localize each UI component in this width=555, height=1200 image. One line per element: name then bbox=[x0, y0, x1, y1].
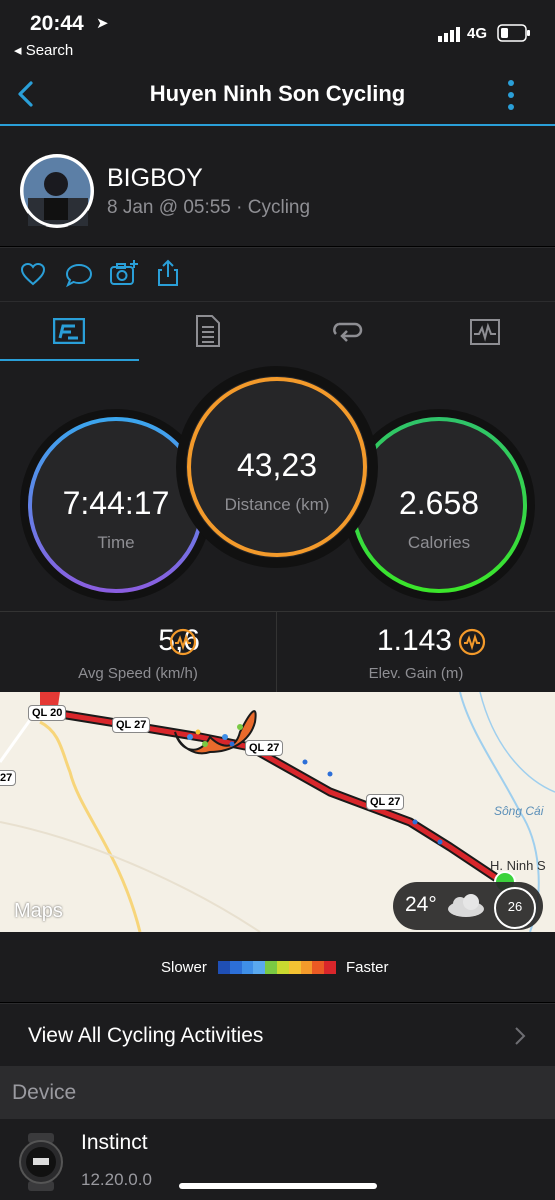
time-value: 7:44:17 bbox=[62, 485, 170, 521]
legend-swatch bbox=[276, 961, 289, 974]
vertical-dots-icon bbox=[508, 80, 514, 110]
status-time: 20:44 bbox=[30, 12, 84, 35]
road-label: QL 27 bbox=[112, 717, 151, 733]
share-icon bbox=[158, 259, 178, 286]
faster-label: Faster bbox=[346, 959, 389, 976]
comment-button[interactable] bbox=[65, 262, 93, 293]
status-bar: 20:44 ➤ ◂ Search 4G bbox=[0, 0, 555, 64]
tab-charts[interactable] bbox=[417, 302, 555, 361]
legend-swatch bbox=[241, 961, 254, 974]
add-photo-button[interactable] bbox=[109, 259, 139, 292]
legend-swatch bbox=[253, 961, 266, 974]
battery-icon bbox=[497, 24, 531, 42]
weather-badge: 24° 26 bbox=[393, 882, 543, 930]
device-version: 12.20.0.0 bbox=[81, 1170, 152, 1189]
signal-icon bbox=[438, 26, 462, 42]
device-name: Instinct bbox=[81, 1131, 148, 1154]
back-to-app-link[interactable]: ◂ Search bbox=[14, 41, 73, 59]
road-label: QL 27 bbox=[245, 740, 284, 756]
time-label: Time bbox=[97, 533, 135, 552]
avg-speed-insight-icon[interactable] bbox=[169, 628, 197, 656]
watch-icon bbox=[19, 1133, 63, 1191]
view-all-label: View All Cycling Activities bbox=[28, 1024, 264, 1047]
network-type: 4G bbox=[467, 25, 488, 42]
calories-value: 2.658 bbox=[398, 485, 480, 521]
legend-swatch bbox=[218, 961, 230, 974]
chart-line-icon bbox=[470, 319, 500, 345]
camera-plus-icon bbox=[110, 260, 138, 285]
user-name[interactable]: BIGBOY bbox=[107, 164, 203, 193]
place-label: H. Ninh S bbox=[490, 858, 546, 873]
comment-icon bbox=[65, 263, 93, 288]
legend-swatch bbox=[265, 961, 277, 974]
elev-gain-insight-icon[interactable] bbox=[458, 628, 486, 656]
legend-swatch bbox=[324, 961, 336, 974]
avg-speed-label: Avg Speed (km/h) bbox=[78, 665, 198, 682]
more-options-button[interactable] bbox=[504, 78, 518, 112]
distance-label: Distance (km) bbox=[224, 495, 330, 514]
legend-swatch bbox=[312, 961, 325, 974]
speed-color-scale bbox=[218, 961, 336, 974]
temperature: 24° bbox=[405, 893, 437, 916]
legend-swatch bbox=[229, 961, 242, 974]
legend-swatch bbox=[288, 961, 301, 974]
home-indicator[interactable] bbox=[179, 1183, 377, 1189]
activity-header: BIGBOY 8 Jan @ 05:55 · Cycling bbox=[0, 126, 555, 246]
location-arrow-icon: ➤ bbox=[96, 15, 109, 32]
elev-gain-label: Elev. Gain (m) bbox=[368, 665, 464, 682]
loop-arrow-icon bbox=[333, 322, 363, 342]
tab-details[interactable] bbox=[139, 302, 278, 361]
heart-icon bbox=[20, 262, 46, 286]
action-bar bbox=[0, 247, 555, 301]
cloud-icon bbox=[448, 894, 484, 917]
distance-value: 43,23 bbox=[236, 447, 318, 483]
device-section-header: Device bbox=[0, 1066, 555, 1119]
compass-value: 26 bbox=[507, 899, 523, 914]
chevron-right-icon bbox=[515, 1027, 526, 1045]
metrics-row: 5,6 Avg Speed (km/h) 1.143 Elev. Gain (m… bbox=[0, 611, 555, 692]
road-label: 27 bbox=[0, 770, 17, 786]
speed-legend: Slower Faster bbox=[0, 932, 555, 1002]
route-map[interactable]: QL 20 QL 27 QL 27 QL 27 27 Sông Cái H. N… bbox=[0, 692, 555, 932]
legend-swatch bbox=[300, 961, 313, 974]
page-title: Huyen Ninh Son Cycling bbox=[149, 81, 406, 106]
river-label: Sông Cái bbox=[494, 804, 544, 818]
tab-overview[interactable] bbox=[0, 302, 139, 362]
device-header-label: Device bbox=[12, 1081, 77, 1104]
avatar[interactable] bbox=[20, 154, 94, 228]
road-label: QL 20 bbox=[28, 705, 67, 721]
share-button[interactable] bbox=[156, 259, 180, 292]
nav-bar: Huyen Ninh Son Cycling bbox=[0, 64, 555, 126]
road-label: QL 27 bbox=[366, 794, 405, 810]
tab-laps[interactable] bbox=[278, 302, 417, 361]
tab-bar bbox=[0, 301, 555, 362]
document-icon bbox=[196, 315, 220, 347]
stats-panel: 7:44:17 Time 43,23 Distance (km) 2.658 C… bbox=[0, 361, 555, 611]
view-all-activities-row[interactable]: View All Cycling Activities bbox=[0, 1003, 555, 1067]
elev-gain-value: 1.143 bbox=[376, 624, 452, 657]
slower-label: Slower bbox=[161, 959, 207, 976]
maps-attribution[interactable]: Maps bbox=[14, 900, 63, 923]
calories-label: Calories bbox=[407, 533, 471, 552]
overview-icon bbox=[53, 318, 85, 344]
compass[interactable]: 26 bbox=[494, 887, 536, 929]
activity-subtitle: 8 Jan @ 05:55 · Cycling bbox=[107, 197, 311, 218]
like-button[interactable] bbox=[20, 262, 46, 291]
